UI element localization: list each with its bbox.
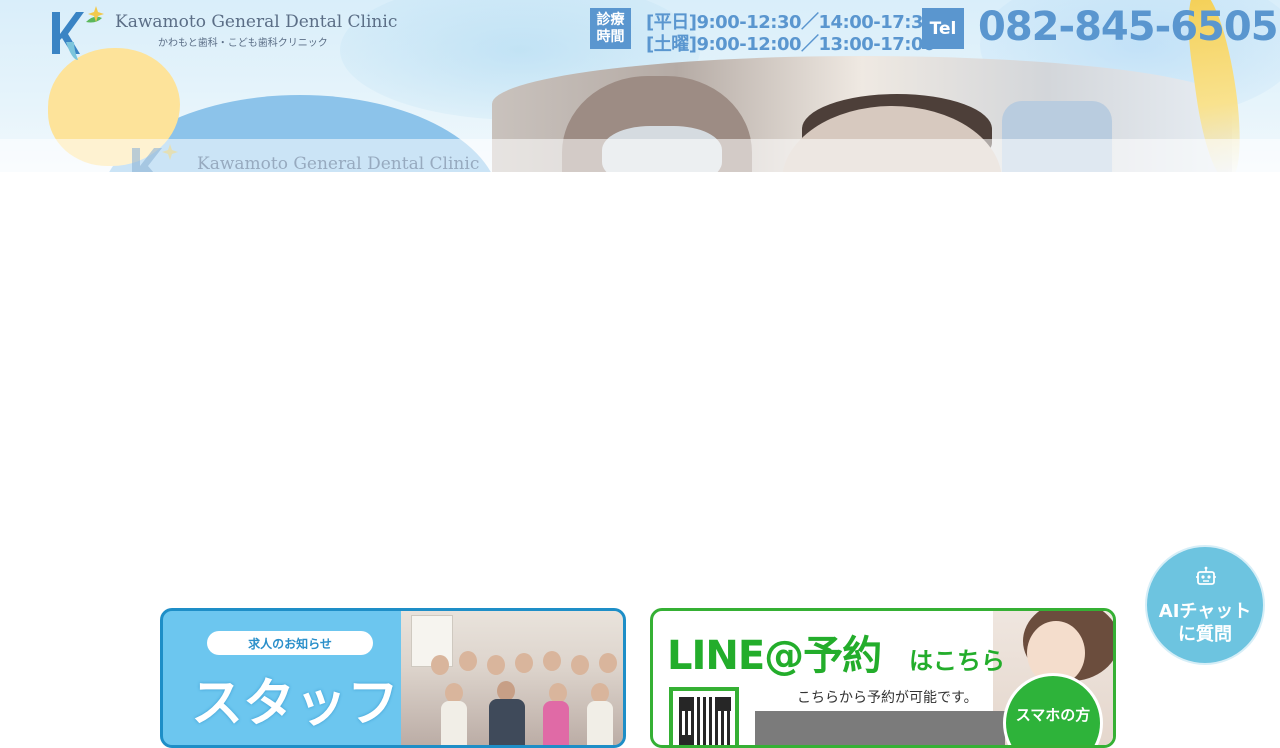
hero-logo-icon [132, 144, 178, 172]
photo-staff-body [489, 699, 525, 745]
ai-chat-label-2: に質問 [1178, 624, 1232, 645]
staff-banner-title: スタッフ [191, 674, 400, 734]
photo-staff-face [591, 683, 609, 703]
hours-badge: 診療 時間 [590, 8, 631, 49]
photo-staff-face [515, 653, 533, 673]
line-reservation-banner[interactable]: LINE@予約 はこちら こちらから予約が可能です。 スマホの方 [650, 608, 1116, 748]
hours-badge-line1: 診療 [596, 11, 625, 28]
line-banner-title: LINE@予約 [667, 633, 882, 679]
photo-staff-face [431, 655, 449, 675]
phone-number-link[interactable]: 082-845-6505 [978, 4, 1279, 50]
photo-staff-face [497, 681, 515, 701]
recruitment-pill: 求人のお知らせ [207, 631, 373, 655]
site-header: Kawamoto General Dental Clinic かわもと歯科・こど… [0, 0, 1280, 172]
clinic-name-japanese[interactable]: かわもと歯科・こども歯科クリニック [158, 34, 328, 49]
photo-staff-face [571, 655, 589, 675]
line-banner-description: こちらから予約が可能です。 [797, 690, 978, 706]
qr-code-pattern [679, 697, 731, 745]
tel-badge: Tel [922, 8, 964, 49]
photo-staff-face [599, 653, 617, 673]
clinic-logo-icon[interactable] [46, 4, 106, 62]
clinic-name[interactable]: Kawamoto General Dental Clinic [115, 12, 397, 32]
photo-staff-face [445, 683, 463, 703]
hours-badge-line2: 時間 [596, 28, 625, 45]
photo-staff-body [543, 701, 569, 745]
photo-staff-face [459, 651, 477, 671]
qr-code-icon [669, 687, 739, 745]
ai-chat-button[interactable]: AIチャット に質問 [1145, 545, 1265, 665]
line-banner-bar [755, 711, 1005, 745]
hero-clinic-name: Kawamoto General Dental Clinic [197, 154, 480, 172]
hours-saturday: [土曜]9:00-12:00／13:00-17:00 [646, 34, 936, 55]
photo-staff-body [441, 701, 467, 745]
staff-group-photo [401, 611, 623, 745]
photo-staff-body [587, 701, 613, 745]
header-fade [0, 139, 1280, 172]
robot-icon [1196, 566, 1216, 585]
line-banner-title-suffix: はこちら [909, 647, 1005, 675]
photo-staff-face [543, 651, 561, 671]
photo-staff-face [487, 655, 505, 675]
staff-recruitment-banner[interactable]: 求人のお知らせ スタッフ [160, 608, 626, 748]
photo-staff-face [549, 683, 567, 703]
